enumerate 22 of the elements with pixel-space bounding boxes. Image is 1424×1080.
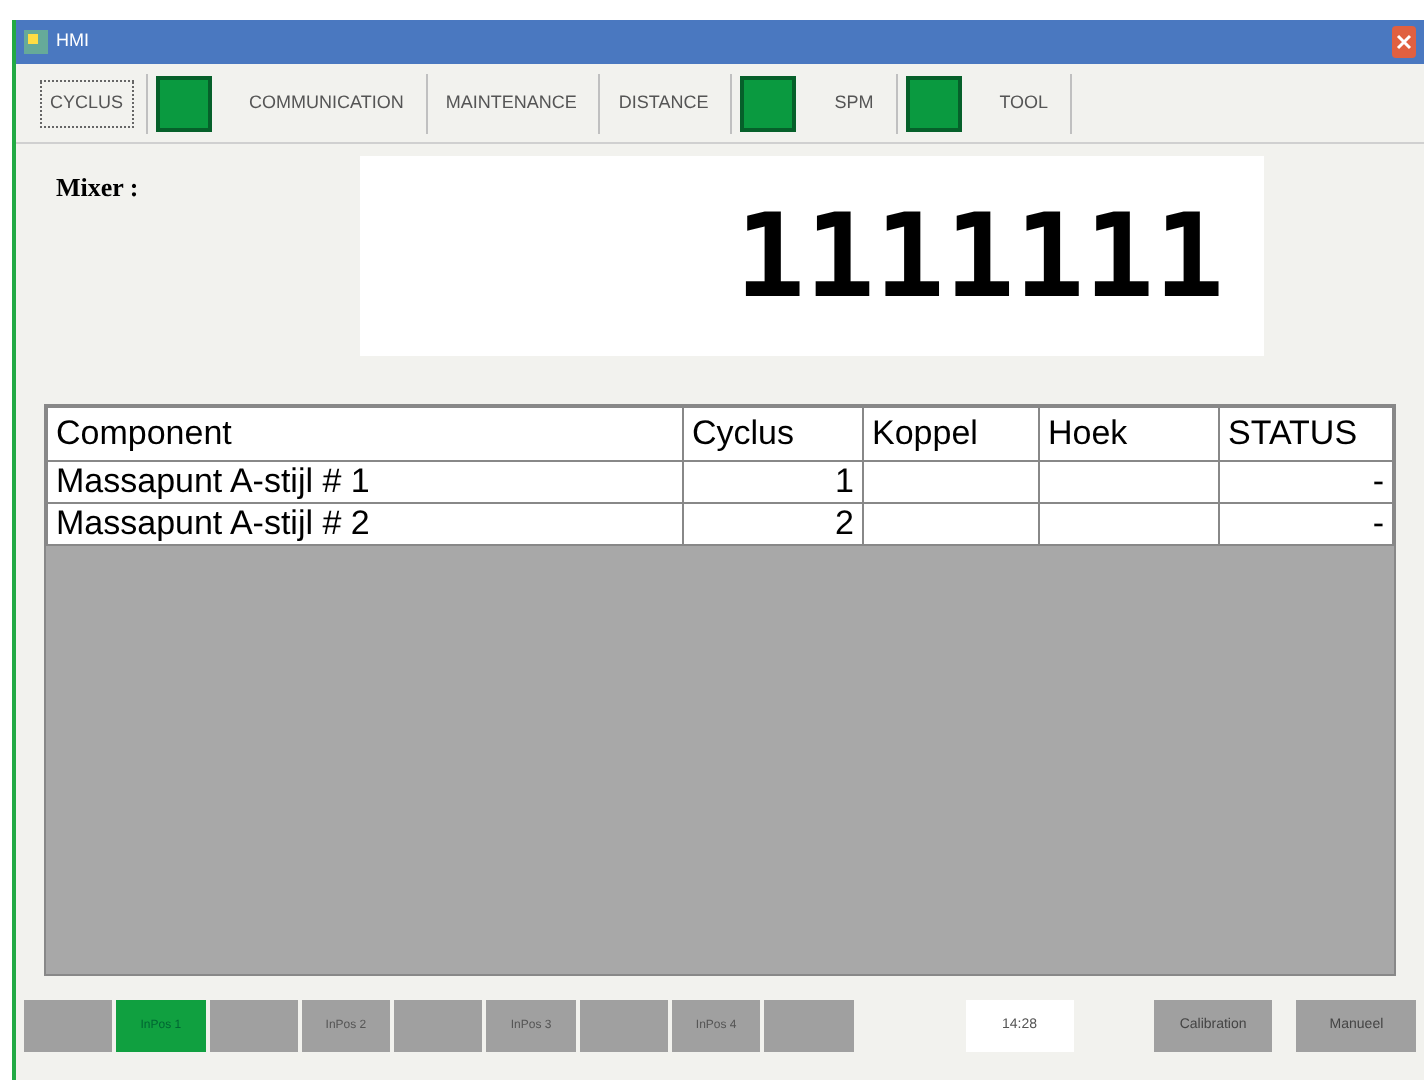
window-title: HMI — [56, 28, 89, 55]
tab[interactable]: DISTANCE — [608, 79, 719, 127]
table-cell: Massapunt A-stijl # 1 — [47, 460, 683, 502]
table-cell: 1 — [683, 460, 863, 502]
tab[interactable]: MAINTENANCE — [435, 79, 587, 127]
table-cell: Massapunt A-stijl # 2 — [47, 502, 683, 544]
tab[interactable]: SPM — [824, 79, 884, 127]
tab[interactable]: COMMUNICATION — [239, 79, 414, 127]
column-header: Koppel — [863, 407, 1039, 460]
column-header: Hoek — [1039, 407, 1219, 460]
tab[interactable]: TOOL — [989, 79, 1059, 127]
close-icon[interactable] — [1392, 26, 1416, 58]
table-cell: - — [1219, 502, 1393, 544]
counter-display: 1111111 — [360, 156, 1264, 356]
counter-label: Mixer : — [56, 172, 139, 202]
column-header: STATUS — [1219, 407, 1393, 460]
tab[interactable]: CYCLUS — [40, 79, 134, 127]
table-cell: 2 — [683, 502, 863, 544]
column-header: Cyclus — [683, 407, 863, 460]
column-header: Component — [47, 407, 683, 460]
app-icon — [24, 30, 48, 54]
table-cell: - — [1219, 460, 1393, 502]
